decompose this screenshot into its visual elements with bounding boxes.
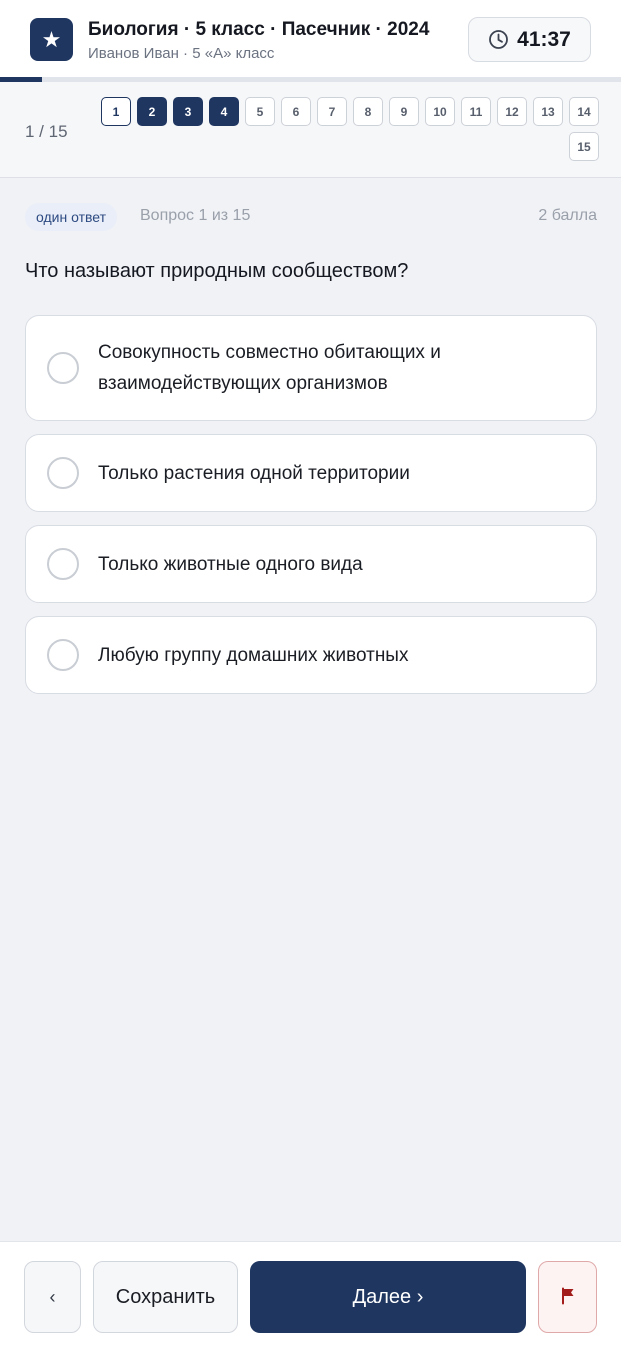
question-nav-button-3[interactable]: 3: [173, 97, 203, 126]
question-navigator: 1 / 15 1 2 3 4 5 6 7 8 9 10 11 12 13 14 15: [0, 82, 621, 178]
bottom-action-bar: ‹ Сохранить Далее ›: [0, 1241, 621, 1350]
question-meta: один ответ Вопрос 1 из 15 2 балла: [25, 203, 597, 231]
next-button[interactable]: Далее ›: [250, 1261, 526, 1333]
question-text: Что называют природным сообществом?: [25, 260, 409, 282]
question-number: Вопрос 1 из 15: [140, 207, 251, 224]
question-nav-button-14[interactable]: 14: [569, 97, 599, 126]
question-points: 2 балла: [538, 207, 597, 224]
test-title: Биология · 5 класс · Пасечник · 2024: [88, 19, 430, 40]
save-button[interactable]: Сохранить: [93, 1261, 238, 1333]
question-nav-button-11[interactable]: 11: [461, 97, 491, 126]
app-header: ★ Биология · 5 класс · Пасечник · 2024 И…: [0, 0, 621, 78]
question-nav-button-6[interactable]: 6: [281, 97, 311, 126]
answer-option-3[interactable]: Только животные одного вида: [25, 525, 597, 603]
answer-option-2[interactable]: Только растения одной территории: [25, 434, 597, 512]
answer-type-badge: один ответ: [25, 203, 117, 231]
question-nav-button-10[interactable]: 10: [425, 97, 455, 126]
answer-option-label: Только животные одного вида: [98, 553, 363, 575]
answer-option-label: Совокупность совместно обитающих и взаим…: [98, 342, 441, 394]
timer-value: 41:37: [517, 27, 571, 51]
question-nav-button-4[interactable]: 4: [209, 97, 239, 126]
radio-icon[interactable]: [47, 548, 79, 580]
question-nav-button-1[interactable]: 1: [101, 97, 131, 126]
question-nav-button-12[interactable]: 12: [497, 97, 527, 126]
question-nav-button-8[interactable]: 8: [353, 97, 383, 126]
radio-icon[interactable]: [47, 352, 79, 384]
star-icon: ★: [30, 18, 73, 61]
answer-option-4[interactable]: Любую группу домашних животных: [25, 616, 597, 694]
clock-icon: [488, 29, 509, 50]
timer: 41:37: [468, 17, 591, 62]
answer-option-label: Только растения одной территории: [98, 462, 410, 484]
question-nav-button-9[interactable]: 9: [389, 97, 419, 126]
answer-option-1[interactable]: Совокупность совместно обитающих и взаим…: [25, 315, 597, 421]
answer-option-label: Любую группу домашних животных: [98, 644, 409, 666]
question-nav-button-2[interactable]: 2: [137, 97, 167, 126]
previous-button[interactable]: ‹: [24, 1261, 81, 1333]
question-nav-button-7[interactable]: 7: [317, 97, 347, 126]
student-info: Иванов Иван · 5 «А» класс: [88, 45, 275, 62]
answer-list: Совокупность совместно обитающих и взаим…: [25, 315, 597, 694]
question-grid: 1 2 3 4 5 6 7 8 9 10 11 12 13 14 15: [99, 97, 599, 161]
radio-icon[interactable]: [47, 639, 79, 671]
radio-icon[interactable]: [47, 457, 79, 489]
flag-button[interactable]: [538, 1261, 597, 1333]
question-counter: 1 / 15: [25, 122, 68, 141]
question-nav-button-5[interactable]: 5: [245, 97, 275, 126]
question-nav-button-13[interactable]: 13: [533, 97, 563, 126]
flag-icon: [560, 1287, 576, 1308]
question-nav-button-15[interactable]: 15: [569, 132, 599, 161]
